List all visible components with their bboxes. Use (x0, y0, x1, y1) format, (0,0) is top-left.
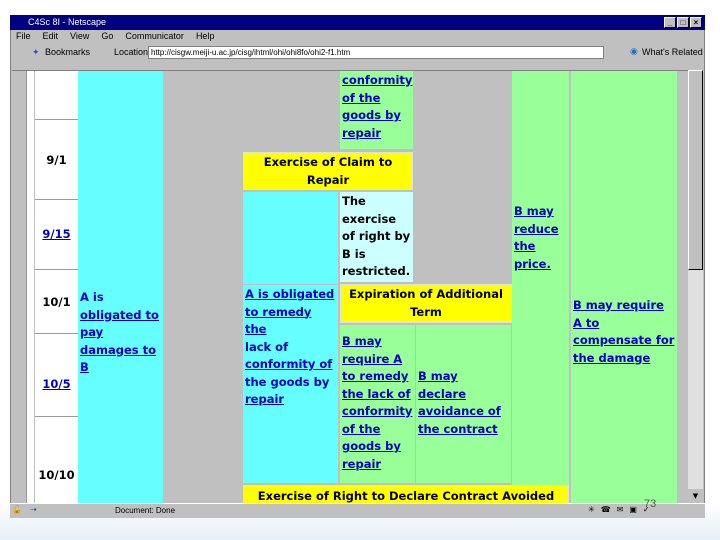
date-9-1: 9/1 (46, 153, 67, 167)
reduce-price-cell: B may reduce the price. (512, 71, 569, 503)
divider (35, 416, 78, 417)
date-9-15-link[interactable]: 9/15 (35, 225, 78, 245)
maximize-button[interactable]: □ (677, 17, 689, 28)
menu-view[interactable]: View (70, 31, 89, 41)
slide-number: 73 (644, 498, 657, 510)
pay-damages-text: A is (80, 290, 104, 304)
minimize-button[interactable]: _ (664, 17, 676, 28)
cyan-cell (243, 192, 338, 284)
date-column (35, 71, 78, 503)
window-title: C4Sc 8I - Netscape (28, 17, 107, 27)
menu-edit[interactable]: Edit (43, 31, 59, 41)
security-icon: 🔓 (12, 505, 22, 514)
top-conformity-cell: conformity of the goods by repair (340, 71, 413, 149)
date-10-5-link[interactable]: 10/5 (35, 375, 78, 395)
divider (35, 199, 78, 200)
whats-related-button[interactable]: What's Related (642, 47, 703, 57)
reduce-price-link[interactable]: B may reduce the price. (514, 204, 559, 271)
menu-help[interactable]: Help (196, 31, 215, 41)
location-label: Location: (114, 47, 151, 57)
title-bar: C4Sc 8I - Netscape (10, 15, 705, 30)
status-bar: 🔓 ⇢ Document: Done ✳☎✉▣✓ (10, 503, 705, 518)
declare-avoided-header: Exercise of Right to Declare Contract Av… (243, 485, 569, 503)
vertical-scrollbar[interactable]: ▼ (688, 70, 703, 503)
related-icon: ◉ (630, 46, 638, 56)
date-10-1: 10/1 (42, 295, 71, 309)
menu-file[interactable]: File (16, 31, 31, 41)
text: the goods by (245, 374, 330, 389)
restricted-cell: The exercise of right by B is restricted… (340, 192, 413, 282)
link[interactable]: repair (245, 392, 284, 406)
bookmarks-button[interactable]: Bookmarks (45, 47, 90, 57)
page-content: 9/1 9/15 10/1 10/5 10/10 A is obligated t… (12, 70, 688, 503)
link[interactable]: conformity of (245, 357, 332, 371)
obligated-remedy-cell: A is obligated to remedy the lack of confo… (243, 285, 338, 483)
scrollbar-thumb[interactable] (688, 70, 703, 270)
require-remedy-link[interactable]: B may require A to remedy the lack of co… (342, 334, 412, 471)
divider (35, 333, 78, 334)
menu-communicator[interactable]: Communicator (125, 31, 184, 41)
pay-damages-cell: A is obligated to pay damages to B (78, 71, 163, 503)
divider (35, 269, 78, 270)
connection-icon: ⇢ (30, 505, 37, 514)
close-button[interactable]: × (690, 17, 702, 28)
text: lack of (245, 339, 289, 354)
menu-go[interactable]: Go (101, 31, 113, 41)
left-frame-strip (26, 71, 34, 503)
bookmarks-icon: ✦ (32, 47, 40, 57)
claim-repair-header: Exercise of Claim to Repair (243, 152, 413, 190)
date-10-10: 10/10 (38, 468, 75, 482)
location-input[interactable]: http://cisgw.meiji-u.ac.jp/cisg/ihtml/oh… (148, 46, 604, 59)
expiration-header: Expiration of Additional Term (340, 284, 512, 323)
divider (35, 119, 78, 120)
require-remedy-cell: B may require A to remedy the lack of co… (340, 325, 415, 483)
status-text: Document: Done (115, 506, 176, 515)
declare-avoidance-cell: B may declare avoidance of the contract (416, 325, 511, 483)
declare-avoidance-link[interactable]: B may declare avoidance of the contract (418, 369, 501, 436)
scroll-down-icon[interactable]: ▼ (688, 489, 703, 503)
compensate-link[interactable]: B may require A to compensate for the da… (573, 298, 674, 365)
top-conformity-link[interactable]: conformity of the goods by repair (342, 73, 412, 140)
pay-damages-link[interactable]: obligated to pay damages to B (80, 308, 159, 375)
menu-bar: File Edit View Go Communicator Help (10, 31, 220, 45)
compensate-cell: B may require A to compensate for the da… (571, 71, 677, 503)
obligated-remedy-link[interactable]: A is obligated to remedy the (245, 287, 334, 336)
